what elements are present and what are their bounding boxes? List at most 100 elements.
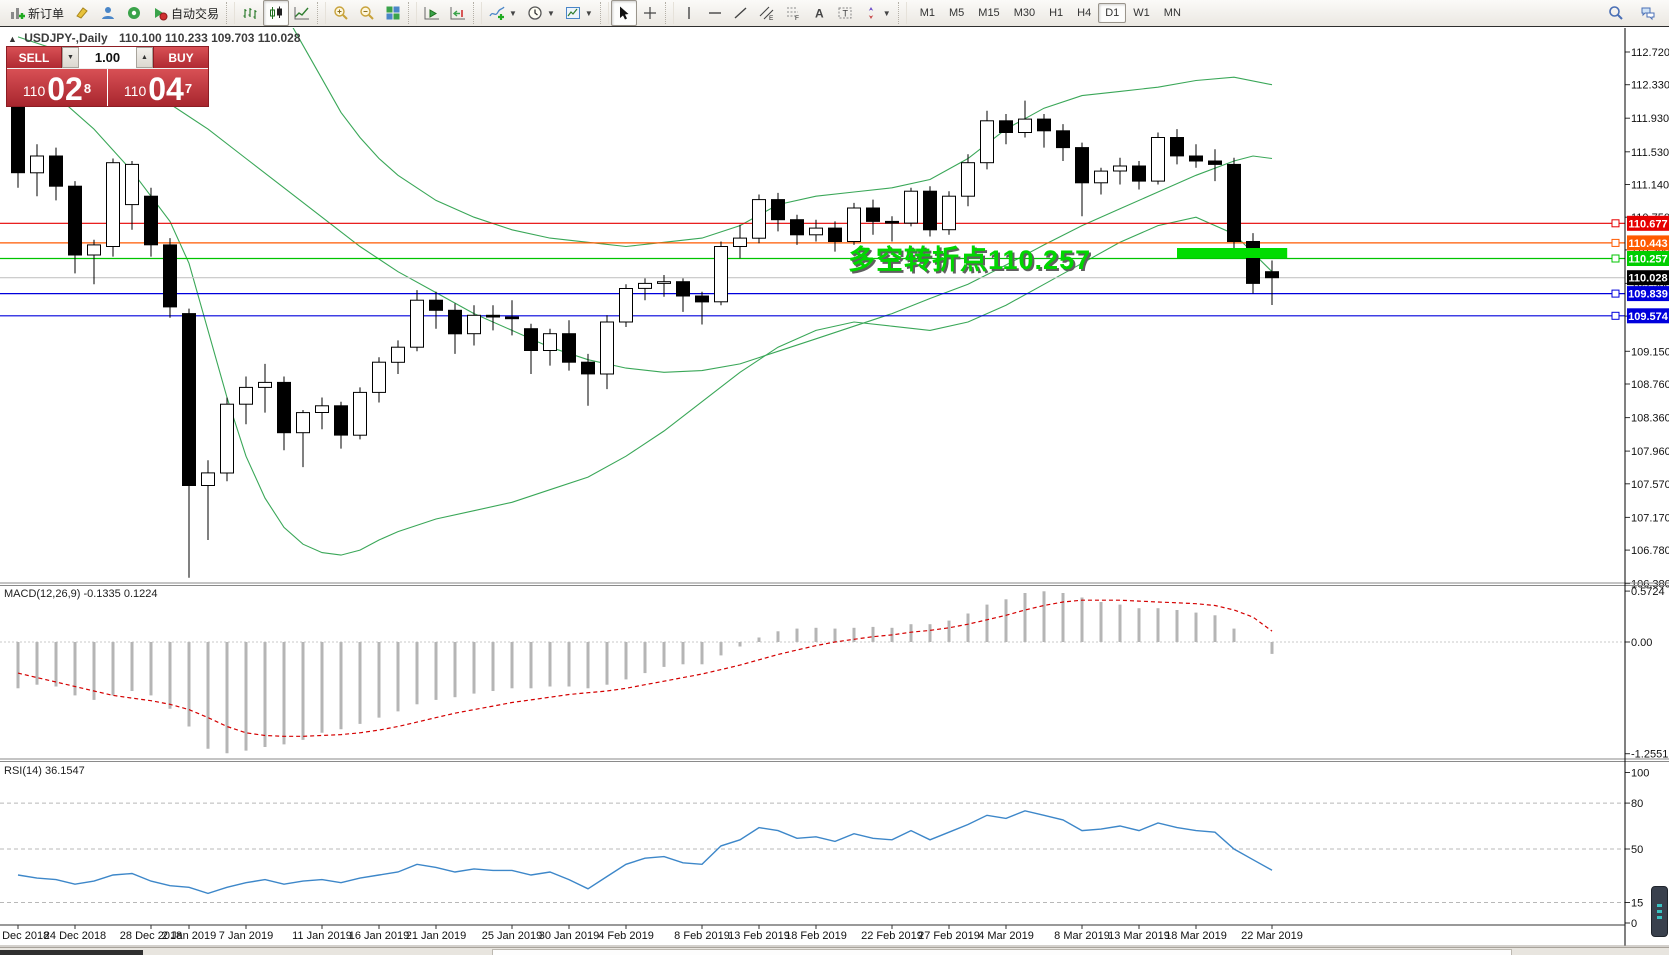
timeframe-M30-button[interactable]: M30	[1007, 3, 1042, 23]
timeframe-D1-button[interactable]: D1	[1098, 3, 1127, 23]
toolbar-trendline-button[interactable]	[728, 0, 754, 26]
toolbar-arrows-button[interactable]: ▼	[858, 0, 896, 26]
collapse-one-click-icon[interactable]: ▲	[8, 34, 17, 44]
toolbar-text-label-button[interactable]: T	[832, 0, 858, 26]
panel-separators[interactable]	[0, 582, 1669, 762]
toolbar-cursor-button[interactable]	[610, 0, 637, 26]
fibo-icon: F	[786, 7, 799, 21]
indicator-icon	[489, 6, 505, 20]
sell-button[interactable]: SELL	[7, 47, 62, 68]
toolbar-crosshair-button[interactable]	[637, 0, 663, 26]
svg-text:8 Mar 2019: 8 Mar 2019	[1054, 930, 1110, 942]
volume-stepper: ▼ ▲	[62, 47, 153, 68]
volume-input[interactable]	[79, 47, 136, 68]
candles-layer[interactable]	[11, 80, 1279, 578]
shift-icon	[450, 7, 466, 20]
svg-text:24 Dec 2018: 24 Dec 2018	[44, 930, 106, 942]
toolbar-equidistant-channel-button[interactable]: E	[754, 0, 780, 26]
brush-icon	[76, 7, 88, 19]
toolbar-auto-trading-button[interactable]: 自动交易	[147, 0, 224, 26]
volume-decrease-button[interactable]: ▼	[62, 47, 79, 68]
side-scroll-handle[interactable]	[1651, 886, 1668, 937]
template-icon	[565, 7, 580, 19]
toolbar-line-chart-button[interactable]	[289, 0, 315, 26]
svg-text:109.574: 109.574	[1628, 311, 1669, 323]
svg-text:107.960: 107.960	[1631, 446, 1669, 458]
rsi-line	[17, 810, 1273, 895]
person-icon	[102, 7, 115, 19]
textA-icon: A	[815, 7, 824, 21]
chat-icon	[1641, 7, 1655, 21]
svg-text:111.530: 111.530	[1631, 147, 1669, 159]
chevron-down-icon: ▼	[546, 8, 555, 18]
toolbar-alerts-button[interactable]	[121, 0, 147, 26]
sell-price-button[interactable]: 110 02 8	[7, 69, 107, 106]
hline-handle	[1611, 254, 1620, 263]
svg-text:108.760: 108.760	[1631, 379, 1669, 391]
ohlc-values: 110.100 110.233 109.703 110.028	[118, 31, 301, 45]
svg-text:50: 50	[1631, 844, 1643, 856]
timeframe-H4-button[interactable]: H4	[1070, 3, 1098, 23]
price-chart[interactable]: 112.720112.330111.930111.530111.140110.7…	[0, 28, 1669, 947]
timeframe-M1-button[interactable]: M1	[913, 3, 942, 23]
toolbar-fibonacci-button[interactable]: F	[780, 0, 806, 26]
toolbar-horizontal-line-button[interactable]	[702, 0, 728, 26]
toolbar-community-button[interactable]	[95, 0, 121, 26]
toolbar-auto-scroll-button[interactable]	[419, 0, 445, 26]
chevron-down-icon: ▼	[882, 8, 891, 18]
toolbar-indicators-button[interactable]: ▼	[484, 0, 522, 26]
arrows-icon	[868, 7, 873, 19]
timeframe-H1-button[interactable]: H1	[1042, 3, 1070, 23]
toolbar-search-button[interactable]	[1603, 0, 1629, 26]
svg-text:22 Mar 2019: 22 Mar 2019	[1241, 930, 1303, 942]
svg-text:0.00: 0.00	[1631, 637, 1652, 649]
toolbar-zoom-in-button[interactable]	[328, 0, 354, 26]
cursor-icon	[619, 6, 629, 20]
svg-text:107.170: 107.170	[1631, 512, 1669, 524]
vline-icon	[688, 7, 690, 19]
toolbar-bars-chart-button[interactable]	[237, 0, 263, 26]
timeframe-M15-button[interactable]: M15	[971, 3, 1006, 23]
toolbar-chart-shift-button[interactable]	[445, 0, 471, 26]
timeframe-MN-button[interactable]: MN	[1157, 3, 1188, 23]
toolbar-periods-button[interactable]: ▼	[522, 0, 560, 26]
toolbar-new-order-button[interactable]: 新订单	[4, 0, 69, 26]
toolbar-text-button[interactable]: A	[806, 0, 832, 26]
toolbar-templates-button[interactable]: ▼	[560, 0, 598, 26]
sell-price-pip: 8	[83, 81, 92, 96]
buy-price-pip: 7	[184, 81, 193, 96]
svg-text:30 Jan 2019: 30 Jan 2019	[539, 930, 600, 942]
toolbar-candles-chart-button[interactable]	[263, 0, 290, 26]
tile-icon	[386, 6, 400, 20]
macd-label: MACD(12,26,9) -0.1335 0.1224	[4, 588, 158, 600]
timeframe-W1-button[interactable]: W1	[1126, 3, 1157, 23]
buy-price-button[interactable]: 110 04 7	[108, 69, 208, 106]
svg-text:4 Feb 2019: 4 Feb 2019	[598, 930, 654, 942]
highlight-bar[interactable]	[1177, 248, 1288, 258]
timeframe-M5-button[interactable]: M5	[942, 3, 971, 23]
svg-text:A: A	[815, 7, 824, 21]
toolbar-chat-button[interactable]	[1635, 0, 1661, 26]
toolbar-vertical-line-button[interactable]	[676, 0, 702, 26]
toolbar-separator	[408, 2, 418, 24]
svg-text:18 Mar 2019: 18 Mar 2019	[1165, 930, 1227, 942]
cross-icon	[643, 7, 656, 19]
toolbar-separator	[599, 2, 609, 24]
svg-text:T: T	[842, 9, 848, 19]
toolbar-zoom-out-button[interactable]	[354, 0, 380, 26]
macd-panel: 0.57240.00-1.2551	[0, 586, 1668, 761]
volume-increase-button[interactable]: ▲	[136, 47, 153, 68]
labelT-icon: T	[838, 7, 852, 19]
hline-handle	[1611, 219, 1620, 228]
search-icon	[1609, 6, 1623, 20]
toolbar-tile-windows-button[interactable]	[380, 0, 406, 26]
horizontal-scrollbar[interactable]	[492, 949, 1512, 955]
svg-text:22 Feb 2019: 22 Feb 2019	[861, 930, 923, 942]
chart-text-annotation[interactable]: 多空转折点110.257	[848, 238, 1091, 277]
zoom-in-icon	[334, 6, 348, 20]
toolbar-styler-button[interactable]	[69, 0, 95, 26]
buy-button[interactable]: BUY	[153, 47, 208, 68]
toolbar: 新订单 自动交易 ▼ ▼ ▼ E F A T ▼ M1 M5 M15 M30 H1 H4 D1 W1 MN	[0, 0, 1669, 27]
chevron-down-icon: ▼	[509, 8, 517, 18]
svg-text:112.720: 112.720	[1631, 47, 1669, 59]
